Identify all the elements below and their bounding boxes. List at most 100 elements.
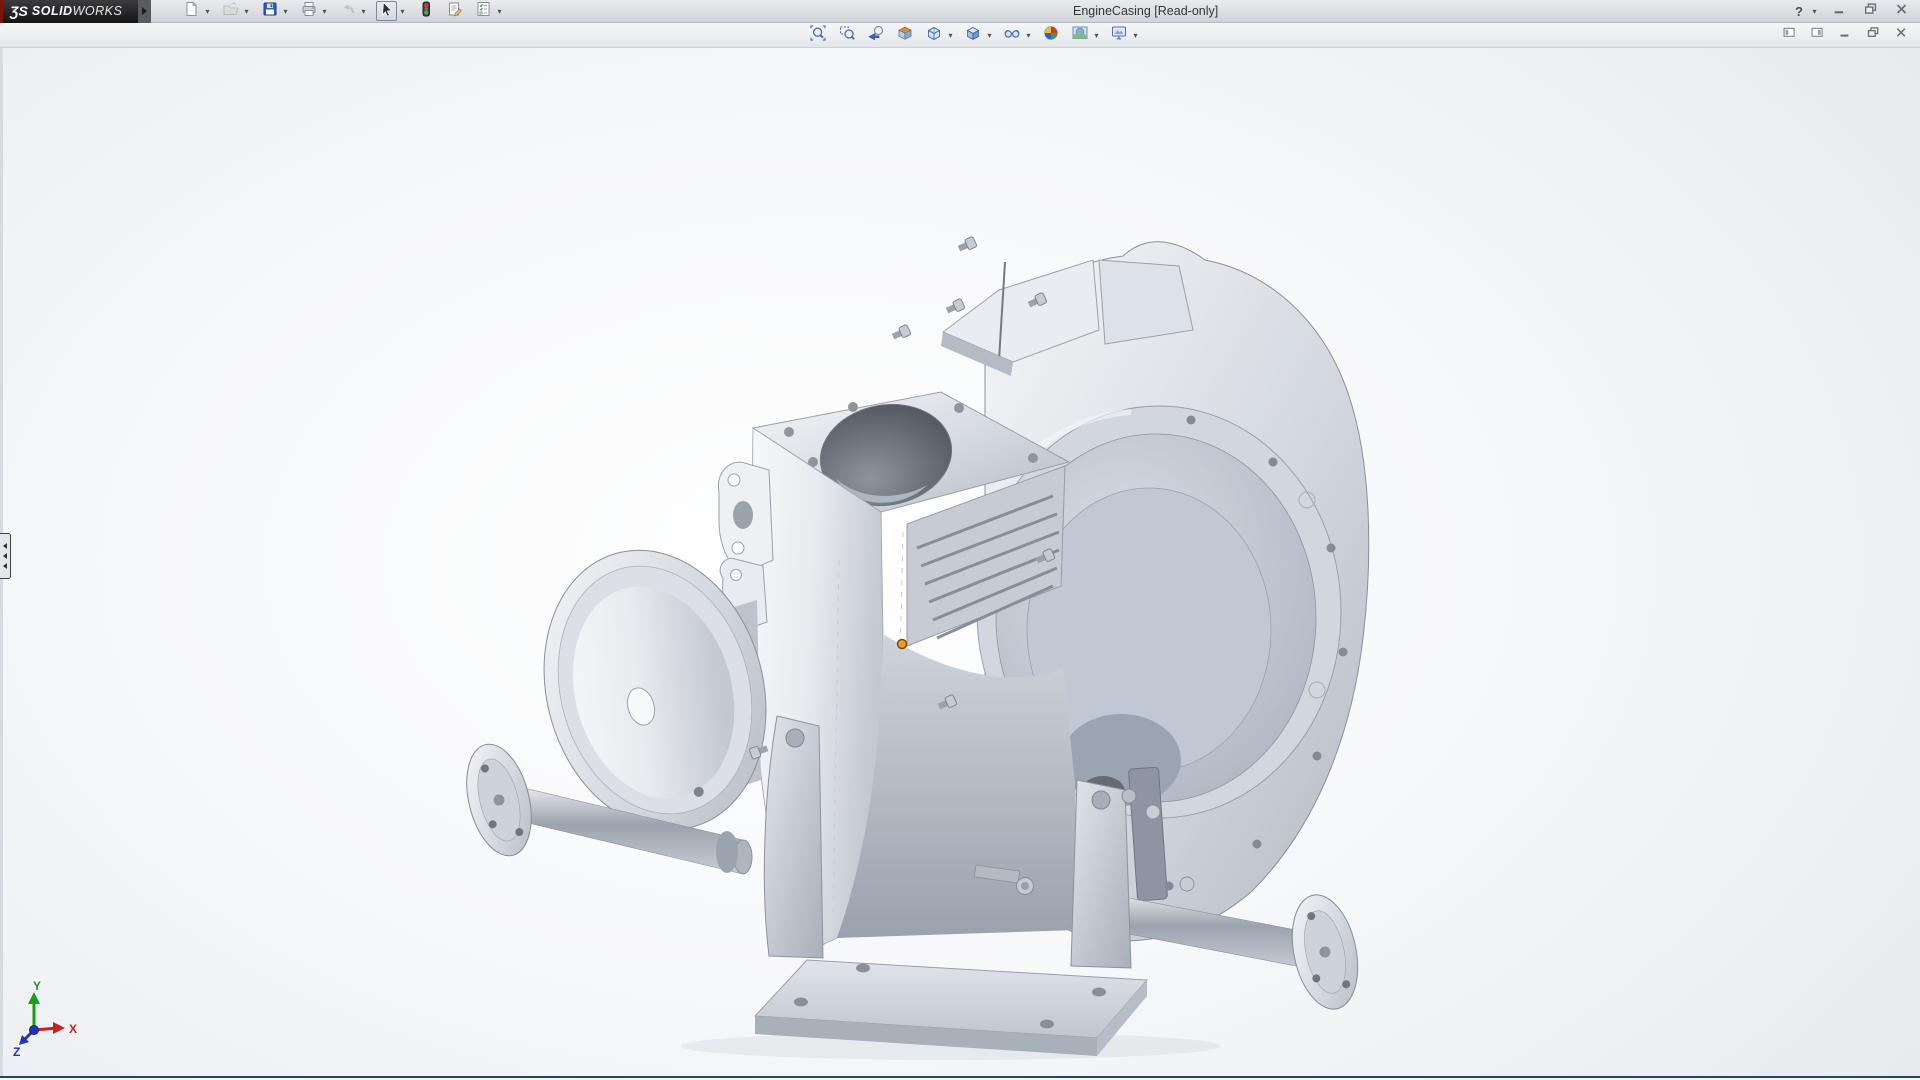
previous-view-button[interactable] bbox=[864, 25, 887, 47]
close-button[interactable] bbox=[1892, 3, 1912, 21]
restore-button[interactable] bbox=[1861, 3, 1881, 21]
view-settings-dropdown-arrow-icon[interactable]: ▾ bbox=[1131, 31, 1140, 40]
view-orientation-button[interactable] bbox=[922, 25, 945, 47]
view-settings-button[interactable] bbox=[1107, 25, 1130, 47]
zoom-to-area-group bbox=[833, 25, 860, 47]
select-icon bbox=[378, 0, 396, 23]
toolbar-flyout-arrow[interactable] bbox=[138, 0, 151, 23]
doc-close-group bbox=[1890, 27, 1912, 43]
apply-scene-dropdown-arrow-icon[interactable]: ▾ bbox=[1092, 31, 1101, 40]
pane-right-icon bbox=[1810, 25, 1825, 45]
select-button[interactable] bbox=[376, 1, 397, 21]
view-settings-group: ▾ bbox=[1105, 25, 1142, 47]
print-dropdown-arrow-icon[interactable]: ▾ bbox=[320, 7, 329, 16]
display-pane-left-group bbox=[1778, 27, 1800, 43]
doc-minimize-button[interactable] bbox=[1836, 27, 1854, 43]
options-button[interactable] bbox=[473, 1, 494, 21]
display-style-dropdown-arrow-icon[interactable]: ▾ bbox=[985, 31, 994, 40]
select-group: ▾ bbox=[374, 1, 409, 21]
undo-group: ▾ bbox=[335, 1, 370, 21]
doc-restore-button[interactable] bbox=[1864, 27, 1882, 43]
hide-show-items-button[interactable] bbox=[1000, 25, 1023, 47]
rebuild-icon bbox=[417, 0, 435, 23]
window-title: EngineCasing [Read-only] bbox=[1073, 0, 1218, 23]
triad-y-label: Y bbox=[33, 979, 41, 993]
model-engine-casing[interactable]: Y X Z bbox=[1, 48, 1920, 1076]
open-document-dropdown-arrow-icon[interactable]: ▾ bbox=[242, 7, 251, 16]
collapse-arrow-icon bbox=[3, 553, 7, 559]
graphics-viewport[interactable]: Y X Z *Dimetric bbox=[0, 48, 1920, 1076]
section-view-group bbox=[891, 25, 918, 47]
edit-appearance-button[interactable] bbox=[1039, 25, 1062, 47]
window-controls: ?▾ bbox=[1787, 0, 1914, 23]
triad-x-label: X bbox=[69, 1022, 77, 1036]
solidworks-brand-text: SOLIDWORKS bbox=[32, 4, 122, 18]
new-document-group: ▾ bbox=[179, 1, 214, 21]
minimize-group bbox=[1828, 3, 1852, 21]
save-button[interactable] bbox=[259, 1, 280, 21]
open-document-group: ▾ bbox=[218, 1, 253, 21]
headsup-view-toolbar: ▾ ▾ ▾ ▾ ▾ bbox=[804, 24, 1142, 47]
feature-panel-expand-tab[interactable] bbox=[0, 533, 11, 579]
hide-show-icon bbox=[1003, 24, 1021, 47]
view-orientation-group: ▾ bbox=[920, 25, 957, 47]
zoom-fit-icon bbox=[809, 24, 827, 47]
zoom-area-icon bbox=[838, 24, 856, 47]
help-dropdown-arrow-icon[interactable]: ▾ bbox=[1810, 7, 1819, 16]
restore-icon bbox=[1866, 25, 1881, 45]
close-group bbox=[1890, 3, 1914, 21]
save-dropdown-arrow-icon[interactable]: ▾ bbox=[281, 7, 290, 16]
file-properties-button[interactable] bbox=[444, 1, 465, 21]
triad-z-label: Z bbox=[13, 1045, 20, 1059]
display-style-icon bbox=[964, 24, 982, 47]
zoom-to-area-button[interactable] bbox=[835, 25, 858, 47]
previous-view-group bbox=[862, 25, 889, 47]
restore-icon bbox=[1863, 1, 1879, 22]
solidworks-window: ƷS SOLIDWORKS ▾ ▾ ▾ ▾ ▾ ▾ ▾ EngineCasing [Read… bbox=[0, 0, 1920, 1080]
view-settings-icon bbox=[1110, 24, 1128, 47]
display-style-button[interactable] bbox=[961, 25, 984, 47]
doc-close-button[interactable] bbox=[1892, 27, 1910, 43]
document-window-controls bbox=[1778, 24, 1912, 46]
new-document-button[interactable] bbox=[181, 1, 202, 21]
minimize-button[interactable] bbox=[1830, 3, 1850, 21]
select-dropdown-arrow-icon[interactable]: ▾ bbox=[398, 7, 407, 16]
apply-scene-group: ▾ bbox=[1066, 25, 1103, 47]
close-icon bbox=[1894, 25, 1909, 45]
options-icon bbox=[475, 0, 493, 23]
display-pane-right-button[interactable] bbox=[1808, 27, 1826, 43]
file-properties-group bbox=[442, 1, 467, 21]
solidworks-logo-mark-icon: ƷS bbox=[10, 3, 28, 19]
help-group: ?▾ bbox=[1787, 3, 1821, 21]
hide-show-items-group: ▾ bbox=[998, 25, 1035, 47]
print-button[interactable] bbox=[298, 1, 319, 21]
origin-marker[interactable] bbox=[898, 640, 907, 649]
options-dropdown-arrow-icon[interactable]: ▾ bbox=[495, 7, 504, 16]
apply-scene-icon bbox=[1071, 24, 1089, 47]
view-orientation-dropdown-arrow-icon[interactable]: ▾ bbox=[946, 31, 955, 40]
section-view-icon bbox=[896, 24, 914, 47]
open-icon bbox=[222, 0, 240, 23]
doc-restore-group bbox=[1862, 27, 1884, 43]
previous-view-icon bbox=[867, 24, 885, 47]
reference-triad: Y X Z bbox=[13, 979, 77, 1059]
undo-dropdown-arrow-icon[interactable]: ▾ bbox=[359, 7, 368, 16]
apply-scene-button[interactable] bbox=[1068, 25, 1091, 47]
hide-show-items-dropdown-arrow-icon[interactable]: ▾ bbox=[1024, 31, 1033, 40]
new-document-dropdown-arrow-icon[interactable]: ▾ bbox=[203, 7, 212, 16]
section-view-button[interactable] bbox=[893, 25, 916, 47]
display-pane-right-group bbox=[1806, 27, 1828, 43]
rebuild-button[interactable] bbox=[415, 1, 436, 21]
help-button[interactable]: ? bbox=[1789, 3, 1809, 21]
pane-left-icon bbox=[1782, 25, 1797, 45]
file-properties-icon bbox=[446, 0, 464, 23]
rebuild-group bbox=[413, 1, 438, 21]
display-pane-left-button[interactable] bbox=[1780, 27, 1798, 43]
undo-button[interactable] bbox=[337, 1, 358, 21]
open-document-button[interactable] bbox=[220, 1, 241, 21]
edit-appearance-group bbox=[1037, 25, 1064, 47]
minimize-icon bbox=[1832, 1, 1848, 22]
zoom-to-fit-button[interactable] bbox=[806, 25, 829, 47]
flyout-arrow-icon bbox=[142, 7, 147, 15]
doc-minimize-group bbox=[1834, 27, 1856, 43]
